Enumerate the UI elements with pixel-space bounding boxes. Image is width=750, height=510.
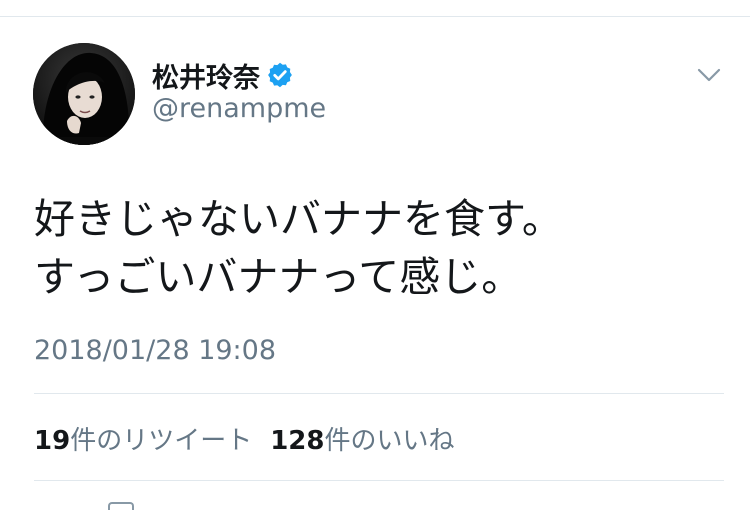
top-divider xyxy=(0,16,750,17)
like-label: 件のいいね xyxy=(324,426,455,456)
retweet-label: 件のリツイート xyxy=(70,426,253,456)
avatar[interactable] xyxy=(33,43,135,145)
like-count: 128 xyxy=(270,426,325,456)
tweet-stats: 19件のリツイート 128件のいいね xyxy=(34,420,455,457)
avatar-photo xyxy=(33,43,135,145)
author-handle[interactable]: @renampme xyxy=(152,93,326,124)
retweet-stat[interactable]: 19件のリツイート xyxy=(34,420,252,457)
divider xyxy=(34,480,724,481)
tweet-text-line: すっごいバナナって感じ。 xyxy=(34,253,523,301)
like-stat[interactable]: 128件のいいね xyxy=(270,420,454,457)
divider xyxy=(34,393,724,394)
reply-icon[interactable] xyxy=(108,502,134,510)
chevron-down-icon[interactable] xyxy=(696,62,722,88)
tweet-text-line: 好きじゃないバナナを食す。 xyxy=(34,195,563,243)
tweet-text: 好きじゃないバナナを食す。 すっごいバナナって感じ。 xyxy=(34,190,563,306)
tweet-timestamp[interactable]: 2018/01/28 19:08 xyxy=(34,335,276,366)
verified-badge-icon xyxy=(266,61,294,89)
author-display-name[interactable]: 松井玲奈 xyxy=(152,56,260,95)
author-name-row[interactable]: 松井玲奈 xyxy=(152,55,294,95)
retweet-count: 19 xyxy=(34,426,71,456)
